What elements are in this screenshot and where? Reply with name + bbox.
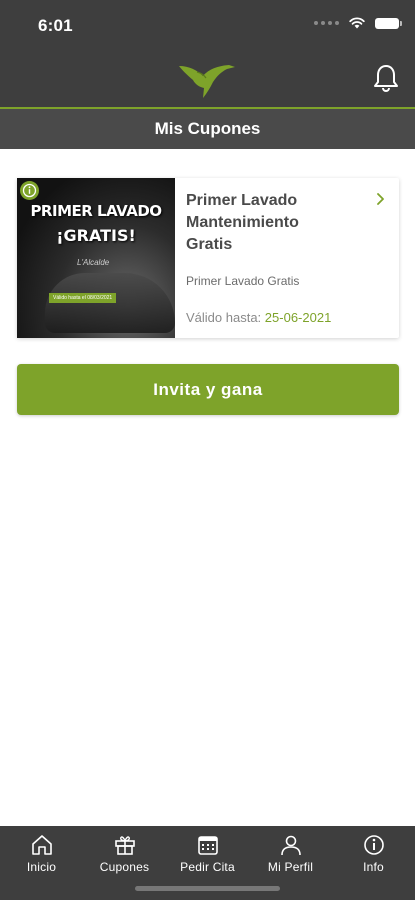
validity-date: 25-06-2021 (264, 310, 332, 325)
title-bar: Mis Cupones (0, 109, 415, 149)
coupon-image-validity: Válido hasta el 08/03/2021 (49, 293, 117, 303)
invite-and-earn-button[interactable]: Invita y gana (17, 364, 399, 415)
coupon-body: Primer Lavado Mantenimiento Gratis Prime… (175, 178, 399, 338)
status-time: 6:01 (38, 16, 73, 35)
coupon-subtitle: Primer Lavado Gratis (186, 274, 300, 288)
calendar-icon (197, 836, 218, 855)
tab-info[interactable]: Info (332, 826, 415, 900)
coupon-title: Primer Lavado Mantenimiento Gratis (186, 192, 299, 253)
coupon-image-brand: L'Alcalde (77, 258, 110, 267)
tab-label-cupones: Cupones (99, 860, 150, 874)
battery-icon (375, 17, 402, 29)
cellular-signal-icon (314, 21, 339, 25)
home-icon (31, 835, 52, 855)
tab-label-pedir-cita: Pedir Cita (180, 860, 235, 874)
tab-label-info: Info (363, 860, 384, 874)
user-icon (280, 835, 301, 856)
tab-inicio[interactable]: Inicio (0, 826, 83, 900)
info-badge[interactable] (20, 181, 39, 200)
notifications-bell-icon[interactable] (373, 63, 399, 93)
status-bar: 6:01 (0, 0, 415, 52)
coupon-validity: Válido hasta: 25-06-2021 (186, 310, 331, 325)
hummingbird-logo-icon (179, 65, 235, 98)
wifi-icon (349, 17, 365, 29)
validity-label: Válido hasta: (186, 310, 262, 325)
coupon-card[interactable]: PRIMER LAVADO ¡GRATIS! L'Alcalde Válido … (17, 178, 399, 338)
page-title: Mis Cupones (154, 119, 261, 138)
app-header: 6:01 (0, 0, 415, 109)
gift-icon (114, 836, 135, 855)
tab-label-mi-perfil: Mi Perfil (267, 860, 314, 874)
car-image (45, 273, 175, 333)
coupon-image-headline: PRIMER LAVADO (30, 202, 162, 220)
home-indicator (135, 886, 280, 891)
chevron-right-icon[interactable] (376, 192, 385, 206)
coupon-image: PRIMER LAVADO ¡GRATIS! L'Alcalde Válido … (17, 178, 175, 338)
coupon-image-subheadline: ¡GRATIS! (56, 226, 136, 245)
info-icon (363, 835, 384, 855)
status-icons (314, 17, 402, 29)
info-icon (22, 183, 37, 198)
tab-label-inicio: Inicio (26, 860, 57, 874)
